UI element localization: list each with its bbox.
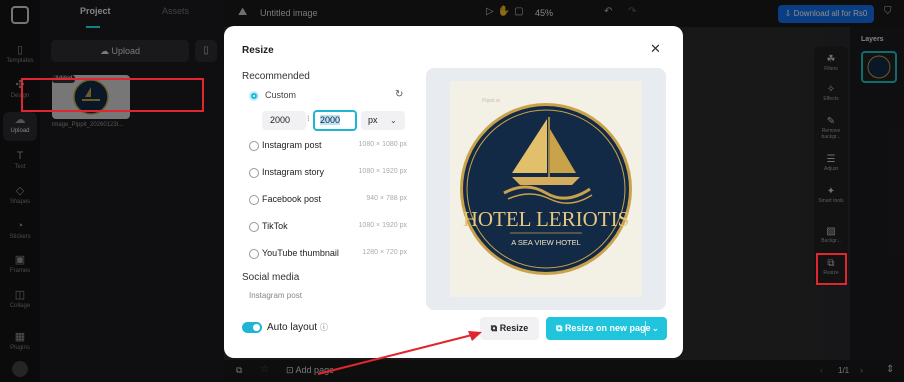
annotation-arrow [317,331,482,375]
